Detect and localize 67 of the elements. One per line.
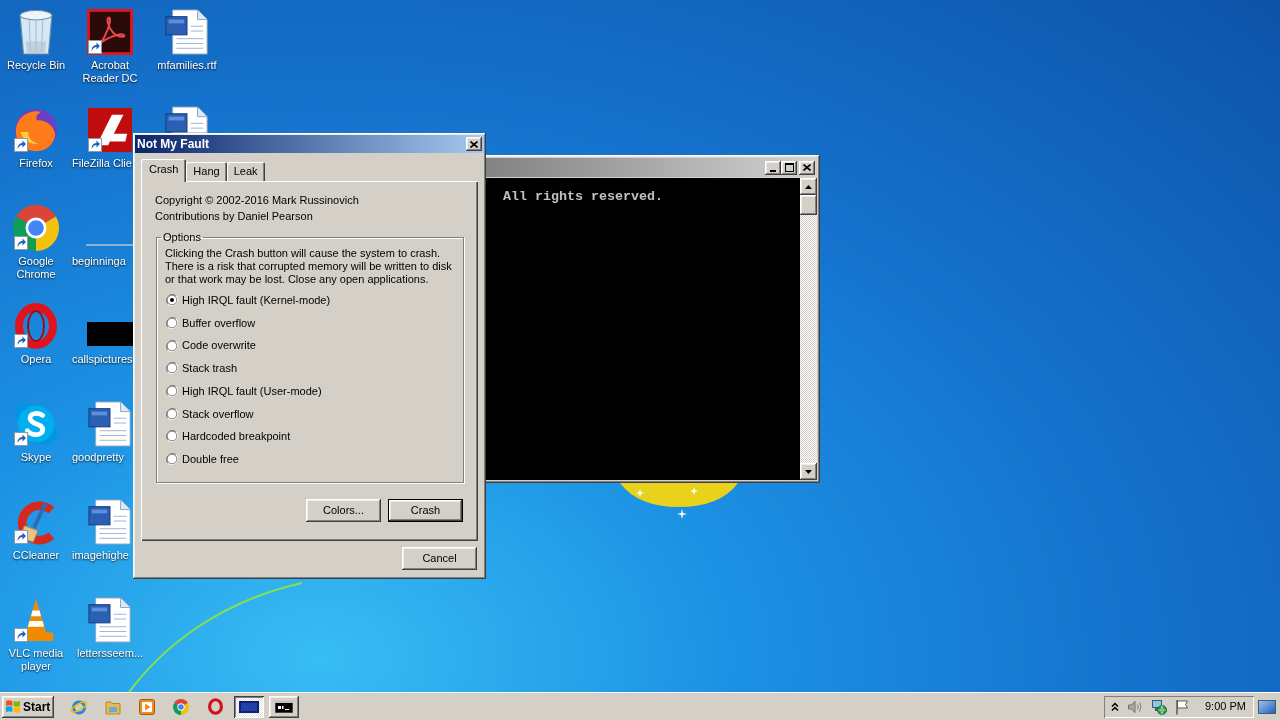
radio-option[interactable]: Code overwrite bbox=[166, 334, 256, 358]
desktop-icon-label[interactable]: callspictures bbox=[72, 353, 133, 366]
radio-option[interactable]: Hardcoded breakpoint bbox=[166, 425, 291, 448]
desktop-icon-label[interactable]: Opera bbox=[20, 353, 52, 366]
ring-logo-icon[interactable] bbox=[207, 698, 223, 715]
minimize-button[interactable] bbox=[765, 160, 781, 175]
start-button[interactable]: Start bbox=[2, 695, 54, 718]
minimize-icon bbox=[770, 169, 776, 172]
radio-option[interactable]: Double free bbox=[166, 447, 239, 471]
show-desktop-icon[interactable] bbox=[1258, 699, 1276, 714]
group-box-label: Options bbox=[162, 231, 202, 244]
desktop-icon-label[interactable]: Firefox bbox=[19, 157, 53, 170]
scroll-up-button[interactable] bbox=[800, 178, 817, 195]
document-icon[interactable] bbox=[87, 401, 133, 447]
desktop-icon-label[interactable]: beginninga bbox=[72, 255, 126, 268]
recycle-bin-icon[interactable] bbox=[19, 9, 53, 55]
dialog-title: Not My Fault bbox=[137, 137, 209, 151]
app-logo-icon[interactable] bbox=[87, 9, 133, 55]
radio-option[interactable]: Stack trash bbox=[166, 357, 238, 380]
file-thumbnail[interactable] bbox=[87, 322, 133, 346]
console-text: All rights reserved. bbox=[503, 190, 663, 204]
warning-text: Clicking the Crash button will cause the system to crash. There is a risk that corrupted memory will be written to disk or that work may be lost. Close any open applications. bbox=[165, 247, 453, 286]
tab[interactable]: Hang bbox=[186, 162, 227, 181]
radio-option[interactable]: High IRQL fault (Kernel-mode) bbox=[166, 289, 331, 312]
caret-down-icon bbox=[805, 469, 812, 474]
copyright-text: Contributions by Daniel Pearson bbox=[155, 209, 313, 224]
console-icon bbox=[275, 700, 293, 713]
maximize-button[interactable] bbox=[781, 160, 797, 175]
document-icon[interactable] bbox=[164, 106, 210, 133]
cancel-button[interactable]: Cancel bbox=[402, 547, 477, 570]
window-thumbnail-icon bbox=[239, 700, 259, 713]
desktop-icon-label[interactable]: mfamilies.rtf bbox=[157, 59, 217, 72]
speaker-icon[interactable] bbox=[1127, 698, 1143, 715]
close-button[interactable] bbox=[799, 160, 815, 175]
desktop-icon-label[interactable]: Google Chrome bbox=[0, 255, 72, 281]
scrollbar-thumb[interactable] bbox=[800, 195, 817, 215]
clock-text[interactable]: 9:00 PM bbox=[1205, 698, 1246, 715]
dialog-button[interactable]: Colors... bbox=[306, 498, 381, 522]
flag-icon[interactable] bbox=[1175, 698, 1189, 715]
dialog-button[interactable]: Crash bbox=[388, 498, 463, 522]
tab[interactable]: Leak bbox=[226, 162, 265, 181]
radio-option[interactable]: Stack overflow bbox=[166, 402, 254, 426]
desktop-icon-label[interactable]: FileZilla Clie bbox=[72, 157, 132, 170]
close-button[interactable] bbox=[466, 137, 482, 151]
circle-logo-icon[interactable] bbox=[173, 698, 189, 715]
copyright-text: Copyright © 2002-2016 Mark Russinovich bbox=[155, 193, 359, 208]
close-icon bbox=[470, 140, 478, 148]
desktop-icon-label[interactable]: Recycle Bin bbox=[6, 59, 66, 72]
maximize-icon bbox=[784, 163, 794, 172]
radio-option[interactable]: Buffer overflow bbox=[166, 311, 256, 335]
taskbar-window-button[interactable] bbox=[269, 695, 299, 718]
document-icon[interactable] bbox=[164, 9, 210, 55]
caret-up-icon bbox=[805, 184, 812, 189]
app-logo-icon[interactable] bbox=[14, 303, 58, 349]
chevron-up-icon[interactable] bbox=[1111, 701, 1119, 712]
app-logo-icon[interactable] bbox=[87, 107, 133, 153]
document-icon[interactable] bbox=[87, 499, 133, 545]
tab[interactable]: Crash bbox=[141, 159, 187, 182]
radio-option[interactable]: High IRQL fault (User-mode) bbox=[166, 379, 322, 403]
document-icon[interactable] bbox=[87, 597, 133, 643]
desktop-icon-label[interactable]: Acrobat Reader DC bbox=[72, 59, 148, 85]
network-icon[interactable] bbox=[1151, 698, 1167, 715]
media-player-icon[interactable] bbox=[139, 698, 155, 715]
scroll-down-button[interactable] bbox=[800, 463, 817, 480]
taskbar-window-button[interactable] bbox=[234, 695, 264, 718]
close-icon bbox=[803, 164, 811, 171]
start-logo-icon bbox=[5, 699, 21, 714]
